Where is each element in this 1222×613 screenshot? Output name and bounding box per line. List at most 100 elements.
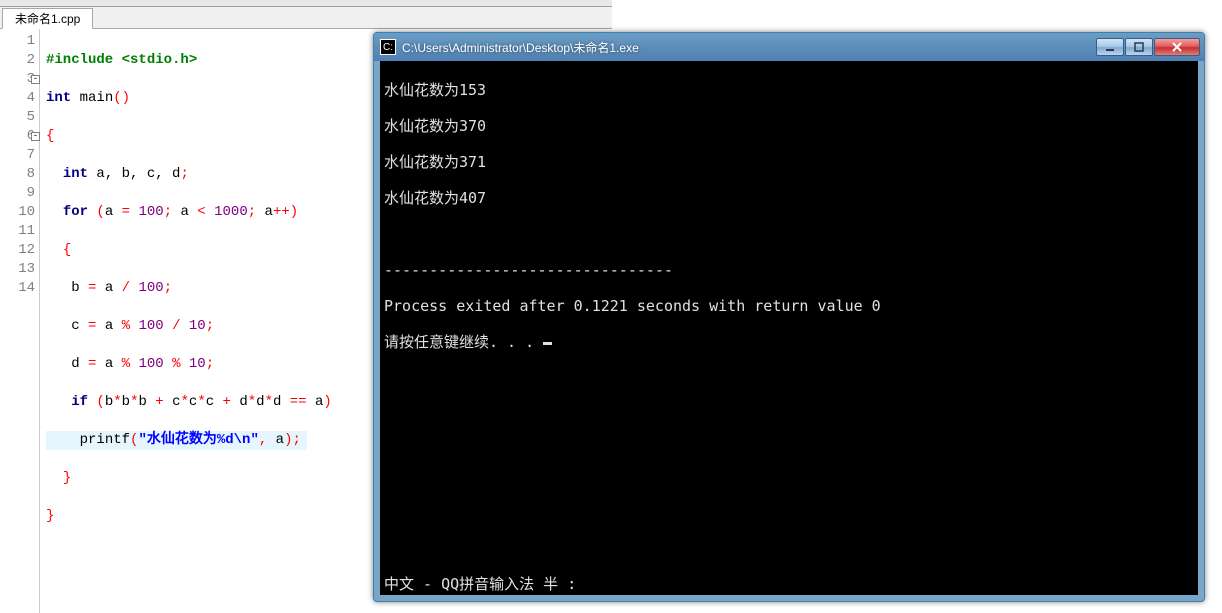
token-identifier: a, b, c, d: [88, 166, 180, 182]
app-icon: C:: [380, 39, 396, 55]
prompt-text: 请按任意键继续. . .: [384, 333, 543, 351]
token-number: 100: [138, 204, 163, 220]
token-identifier: c: [71, 318, 79, 334]
token-identifier: b: [122, 394, 130, 410]
console-separator: --------------------------------: [384, 261, 1194, 279]
token-paren: ): [122, 90, 130, 106]
token-semi: ;: [206, 318, 214, 334]
token-paren: ): [323, 394, 331, 410]
console-line: 水仙花数为153: [384, 81, 1194, 99]
token-identifier: a: [105, 318, 113, 334]
token-op: =: [80, 356, 105, 372]
token-identifier: c: [206, 394, 214, 410]
token-semi: ;: [164, 204, 181, 220]
token-identifier: d: [256, 394, 264, 410]
token-op: %: [113, 318, 138, 334]
token-identifier: b: [71, 280, 79, 296]
token-paren: ): [290, 204, 298, 220]
window-buttons: [1096, 38, 1200, 56]
token-semi: ;: [248, 204, 265, 220]
file-tab[interactable]: 未命名1.cpp: [2, 8, 93, 29]
token-paren: (: [113, 90, 121, 106]
token-paren: (: [88, 204, 105, 220]
token-op: *: [181, 394, 189, 410]
token-semi: ;: [206, 356, 214, 372]
token-identifier: d: [71, 356, 79, 372]
token-op: *: [265, 394, 273, 410]
maximize-icon: [1134, 42, 1144, 52]
token-paren: (: [88, 394, 105, 410]
console-line: Process exited after 0.1221 seconds with…: [384, 297, 1194, 315]
token-brace: }: [46, 508, 54, 524]
token-number: 100: [138, 280, 163, 296]
token-number: 100: [138, 356, 163, 372]
token-preprocessor: #include: [46, 52, 113, 68]
token-identifier: a: [265, 204, 273, 220]
console-prompt: 请按任意键继续. . .: [384, 333, 1194, 351]
menu-strip: [0, 0, 612, 7]
token-identifier: a: [105, 204, 113, 220]
lineno: 10: [18, 204, 35, 220]
console-line: [384, 225, 1194, 243]
token-op: /: [164, 318, 189, 334]
lineno: 7: [27, 147, 35, 163]
fold-toggle-icon[interactable]: -: [31, 132, 40, 141]
close-button[interactable]: [1154, 38, 1200, 56]
close-icon: [1171, 41, 1183, 53]
token-op: *: [248, 394, 256, 410]
token-op: +: [147, 394, 172, 410]
token-string: "水仙花数为%d\n": [138, 432, 258, 448]
token-identifier: main: [80, 90, 114, 106]
token-brace: {: [46, 128, 54, 144]
token-number: 100: [138, 318, 163, 334]
lineno: 5: [27, 109, 35, 125]
lineno: 13: [18, 261, 35, 277]
token-number: 10: [189, 356, 206, 372]
token-semi: ;: [180, 166, 188, 182]
token-comma: ,: [259, 432, 276, 448]
token-op: +: [214, 394, 239, 410]
fold-toggle-icon[interactable]: -: [31, 75, 40, 84]
lineno: 14: [18, 280, 35, 296]
lineno: 8: [27, 166, 35, 182]
console-line: 水仙花数为370: [384, 117, 1194, 135]
token-op: ++: [273, 204, 290, 220]
highlighted-line: printf("水仙花数为%d\n", a);: [46, 431, 307, 450]
cursor-icon: [543, 342, 552, 345]
token-keyword: int: [46, 90, 71, 106]
token-op: <: [189, 204, 214, 220]
titlebar[interactable]: C: C:\Users\Administrator\Desktop\未命名1.e…: [374, 33, 1204, 61]
lineno: 1: [27, 33, 35, 49]
token-op: ==: [281, 394, 315, 410]
token-keyword: int: [63, 166, 88, 182]
lineno: 11: [18, 223, 35, 239]
token-brace: }: [63, 470, 71, 486]
minimize-icon: [1105, 42, 1115, 52]
token-op: /: [113, 280, 138, 296]
token-semi: ;: [164, 280, 172, 296]
token-number: 10: [189, 318, 206, 334]
maximize-button[interactable]: [1125, 38, 1153, 56]
token-identifier: d: [239, 394, 247, 410]
token-op: %: [113, 356, 138, 372]
token-identifier: c: [172, 394, 180, 410]
token-op: *: [197, 394, 205, 410]
token-identifier: a: [181, 204, 189, 220]
console-body[interactable]: 水仙花数为153 水仙花数为370 水仙花数为371 水仙花数为407 ----…: [380, 61, 1198, 595]
lineno: 9: [27, 185, 35, 201]
token-op: =: [113, 204, 138, 220]
token-op: =: [80, 318, 105, 334]
console-line: 水仙花数为371: [384, 153, 1194, 171]
window-title: C:\Users\Administrator\Desktop\未命名1.exe: [402, 39, 1096, 56]
console-window[interactable]: C: C:\Users\Administrator\Desktop\未命名1.e…: [373, 32, 1205, 602]
token-keyword: for: [63, 204, 88, 220]
console-line: 水仙花数为407: [384, 189, 1194, 207]
tab-bar: 未命名1.cpp: [0, 7, 612, 29]
ime-status: 中文 - QQ拼音输入法 半 :: [384, 575, 576, 593]
lineno: 12: [18, 242, 35, 258]
minimize-button[interactable]: [1096, 38, 1124, 56]
token-op: *: [113, 394, 121, 410]
token-brace: {: [63, 242, 71, 258]
token-identifier: a: [105, 356, 113, 372]
token-op: %: [164, 356, 189, 372]
